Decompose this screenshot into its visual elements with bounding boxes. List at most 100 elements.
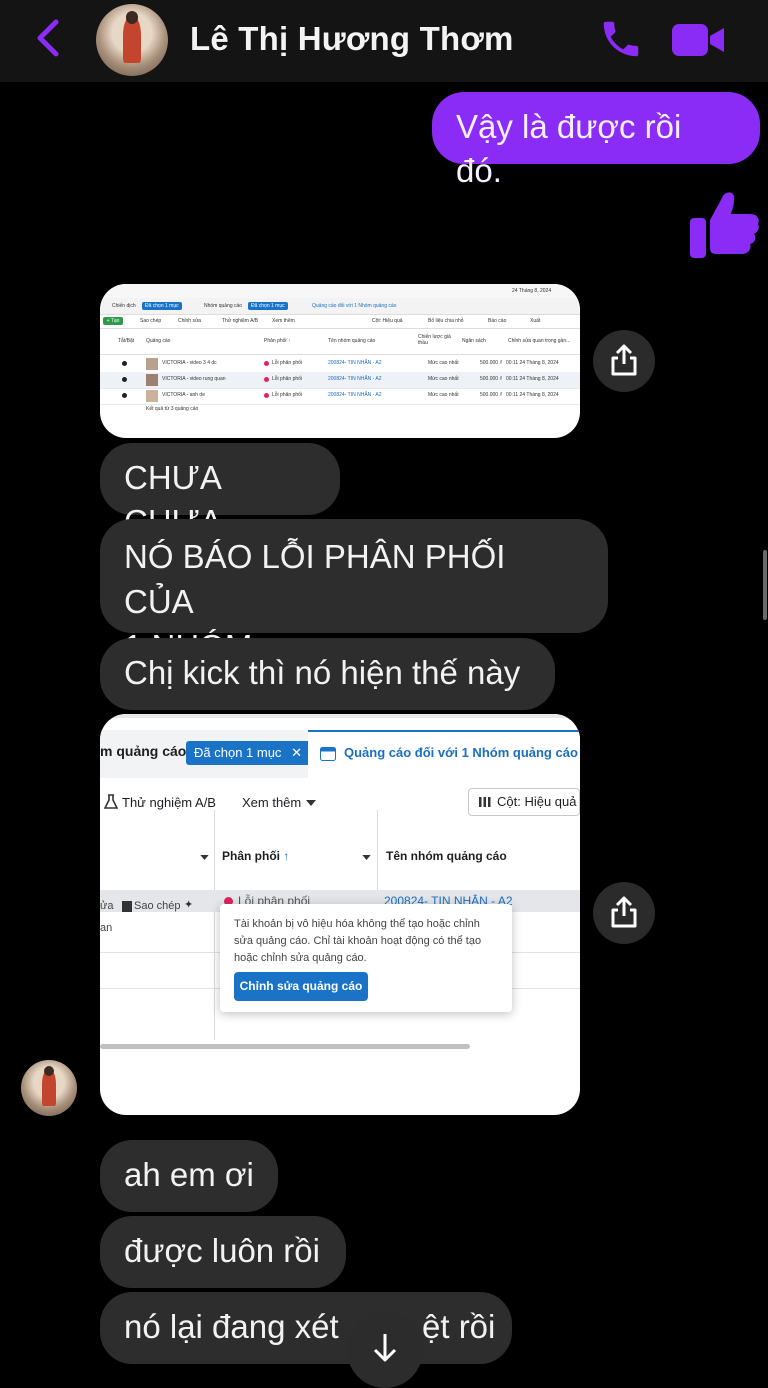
row-copy-link[interactable]: Sao chép bbox=[134, 900, 180, 912]
share-button[interactable] bbox=[593, 330, 655, 392]
sender-avatar[interactable] bbox=[21, 1060, 77, 1116]
ab-test-button[interactable]: Thử nghiệm A/B bbox=[222, 318, 258, 324]
table-header: Tắt/Bật Quảng cáo Phân phối ↑ Tên nhóm q… bbox=[100, 328, 580, 355]
screenshot-image-2[interactable]: m quảng cáo Đã chọn 1 mục ✕ Quảng cáo đố… bbox=[100, 714, 580, 1115]
adset-link[interactable]: 200824- TIN NHẮN - A2 bbox=[328, 376, 382, 382]
error-tooltip: Tài khoản bị vô hiệu hóa không thể tạo h… bbox=[220, 904, 512, 1012]
avatar[interactable] bbox=[96, 4, 168, 76]
ad-name: VICTORIA - video 3 4 dc bbox=[162, 360, 217, 366]
results-footer: Kết quả từ 3 quảng cáo bbox=[146, 406, 199, 412]
incoming-message[interactable]: được luôn rồi bbox=[100, 1216, 346, 1288]
caret-down-icon bbox=[362, 855, 371, 860]
message-text-tail: ệt rồi bbox=[422, 1308, 496, 1345]
tab-ads[interactable]: Quảng cáo đối với 1 Nhóm quảng cáo bbox=[308, 730, 580, 778]
bid: Mức cao nhất bbox=[428, 392, 459, 398]
table-row[interactable]: VICTORIA - anh de Lỗi phân phối 200824- … bbox=[100, 388, 580, 405]
col-bid: Chiến lược giá thầu bbox=[418, 334, 451, 346]
export-button[interactable]: Xuất bbox=[530, 318, 540, 324]
ad-name: VICTORIA - anh de bbox=[162, 392, 205, 398]
tab-campaigns[interactable]: Chiến dịch bbox=[112, 303, 136, 309]
delivery-status: Lỗi phân phối bbox=[272, 392, 303, 398]
message-text: Chị kick thì nó hiện thế này bbox=[124, 654, 521, 691]
columns-icon bbox=[479, 797, 491, 807]
edited: 00:11 24 Tháng 8, 2024 bbox=[506, 360, 559, 366]
edit-button[interactable]: Chỉnh sửa bbox=[178, 318, 201, 324]
bid: Mức cao nhất bbox=[428, 360, 459, 366]
ab-test-button[interactable]: Thử nghiệm A/B bbox=[122, 795, 216, 810]
copy-icon bbox=[122, 901, 132, 912]
tab-adsets[interactable]: m quảng cáo bbox=[100, 743, 186, 759]
share-button[interactable] bbox=[593, 882, 655, 944]
close-icon[interactable]: ✕ bbox=[291, 745, 302, 760]
sort-arrow-icon[interactable]: ↑ bbox=[283, 849, 289, 863]
horizontal-scrollbar[interactable] bbox=[100, 1044, 470, 1049]
thumbs-up-icon[interactable] bbox=[688, 186, 760, 262]
video-camera-icon[interactable] bbox=[670, 20, 726, 60]
breakdown-button[interactable]: Bố liệu chia nhỏ bbox=[428, 318, 464, 324]
ad-name: VICTORIA - video rung quan bbox=[162, 376, 226, 382]
col-adset: Tên nhóm quảng cáo bbox=[328, 338, 376, 344]
incoming-message[interactable]: nó lại đang xét ệt rồi bbox=[100, 1292, 512, 1364]
edit-ad-button[interactable]: Chỉnh sửa quảng cáo bbox=[234, 972, 368, 1001]
col-adset-name[interactable]: Tên nhóm quảng cáo bbox=[386, 849, 507, 863]
col-delivery-label: Phân phối bbox=[222, 849, 280, 863]
toolbar: Thử nghiệm A/B Xem thêm Cột: Hiệu quả bbox=[100, 778, 580, 827]
phone-icon[interactable] bbox=[598, 16, 644, 62]
scroll-to-bottom-button[interactable] bbox=[347, 1312, 423, 1388]
arrow-down-icon bbox=[373, 1334, 397, 1362]
col-budget: Ngân sách bbox=[462, 338, 486, 344]
caret-down-icon bbox=[200, 855, 209, 860]
columns-button[interactable]: Cột: Hiệu quả bbox=[468, 788, 580, 816]
outgoing-message[interactable]: Vậy là được rồi đó. bbox=[432, 92, 760, 189]
reports-button[interactable]: Báo cáo bbox=[488, 318, 506, 324]
budget: 500.000 ₫ bbox=[480, 360, 503, 366]
selected-chip[interactable]: Đã chọn 1 mục bbox=[142, 302, 182, 310]
incoming-message[interactable]: NÓ BÁO LỖI PHÂN PHỐI CỦA 1 NHÓM bbox=[100, 519, 608, 665]
share-icon bbox=[611, 344, 637, 376]
adset-link[interactable]: 200824- TIN NHẮN - A2 bbox=[328, 360, 382, 366]
incoming-message[interactable]: Chị kick thì nó hiện thế này bbox=[100, 638, 555, 710]
flask-icon bbox=[104, 794, 118, 809]
edited: 00:11 24 Tháng 8, 2024 bbox=[506, 376, 559, 382]
columns-button[interactable]: Cột: Hiệu quả bbox=[372, 318, 403, 324]
chip-label: Đã chọn 1 mục bbox=[194, 745, 282, 760]
vertical-scrollbar[interactable] bbox=[763, 550, 767, 620]
share-icon bbox=[611, 896, 637, 928]
budget: 500.000 ₫ bbox=[480, 392, 503, 398]
adset-link[interactable]: 200824- TIN NHẮN - A2 bbox=[328, 392, 382, 398]
selected-chip-2[interactable]: Đã chọn 1 mục bbox=[248, 302, 288, 310]
row-edit-link[interactable]: ửa bbox=[100, 900, 113, 912]
tab-adsets[interactable]: Nhóm quảng cáo bbox=[204, 303, 242, 309]
tab-ads[interactable]: Quảng cáo đối với 1 Nhóm quảng cáo bbox=[312, 303, 396, 309]
col-ad: Quảng cáo bbox=[146, 338, 171, 344]
table-row[interactable]: VICTORIA - video 3 4 dc Lỗi phân phối 20… bbox=[100, 356, 580, 373]
message-text: Vậy là được rồi đó. bbox=[456, 108, 682, 189]
message-text: ah em ơi bbox=[124, 1156, 254, 1193]
tab-ads-label: Quảng cáo đối với 1 Nhóm quảng cáo bbox=[344, 745, 578, 760]
message-text: được luôn rồi bbox=[124, 1232, 320, 1269]
selected-chip[interactable]: Đã chọn 1 mục ✕ bbox=[186, 741, 310, 765]
incoming-message[interactable]: ah em ơi bbox=[100, 1140, 278, 1212]
col-toggle: Tắt/Bật bbox=[118, 338, 135, 344]
row-text: an bbox=[100, 922, 113, 934]
copy-button[interactable]: Sao chép bbox=[140, 318, 161, 324]
incoming-message[interactable]: CHƯA CHƯA bbox=[100, 443, 340, 540]
budget: 500.000 ₫ bbox=[480, 376, 503, 382]
col-delivery[interactable]: Phân phối ↑ bbox=[222, 849, 289, 863]
screenshot-image-1[interactable]: 24 Tháng 8, 2024 Chiến dịch Đã chọn 1 mụ… bbox=[100, 284, 580, 438]
table-header: Phân phối ↑ Tên nhóm quảng cáo bbox=[100, 826, 580, 891]
see-more-button[interactable]: Xem thêm bbox=[242, 795, 301, 810]
col-delivery: Phân phối ↑ bbox=[264, 338, 291, 344]
table-row[interactable]: VICTORIA - video rung quan Lỗi phân phối… bbox=[100, 372, 580, 389]
create-button[interactable]: + Tạo bbox=[103, 317, 123, 325]
see-more-button[interactable]: Xem thêm bbox=[272, 318, 295, 324]
columns-label: Cột: Hiệu quả bbox=[497, 794, 577, 809]
chevron-left-icon[interactable] bbox=[30, 18, 70, 58]
table-icon bbox=[320, 747, 336, 761]
col-edited: Chỉnh sửa quan trọng gần... bbox=[508, 338, 571, 344]
contact-name[interactable]: Lê Thị Hương Thơm bbox=[190, 20, 514, 58]
bid: Mức cao nhất bbox=[428, 376, 459, 382]
delivery-status: Lỗi phân phối bbox=[272, 360, 303, 366]
message-text-line: NÓ BÁO LỖI PHÂN PHỐI CỦA bbox=[124, 538, 506, 620]
toolbar: + Tạo Sao chép Chỉnh sửa Thử nghiệm A/B … bbox=[100, 314, 580, 329]
